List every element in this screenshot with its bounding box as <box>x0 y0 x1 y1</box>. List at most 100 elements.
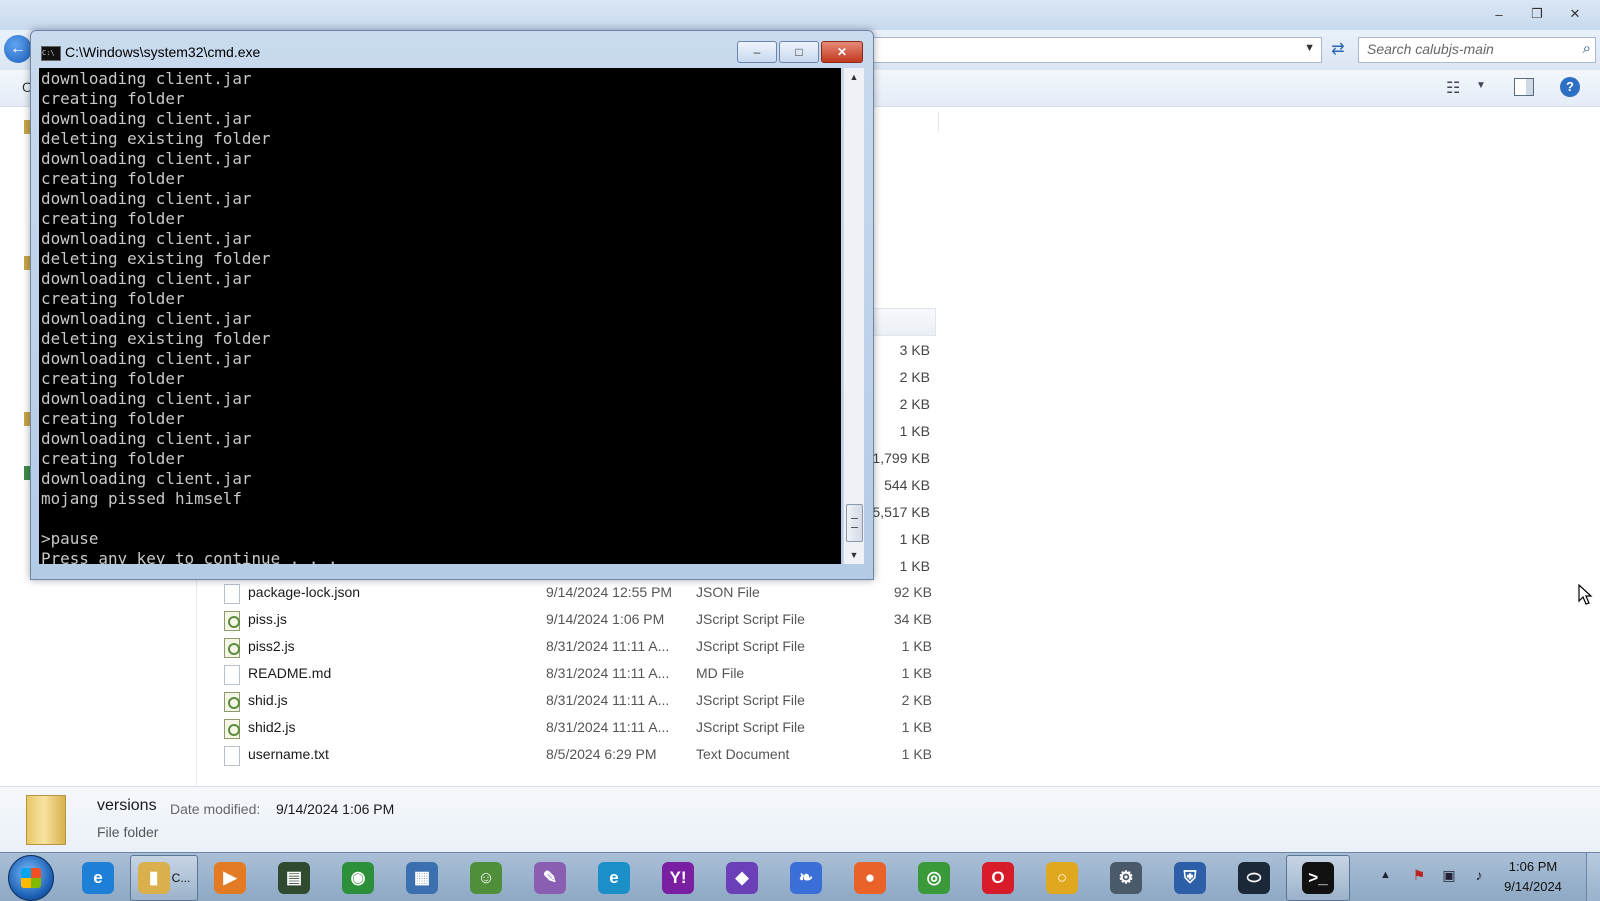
scroll-up-icon[interactable]: ▲ <box>844 68 864 86</box>
taskbar-button-terminal[interactable]: ▤ <box>262 855 326 901</box>
taskbar-button-cmd[interactable]: >_ <box>1286 855 1350 901</box>
taskbar-button-steam[interactable]: ⬭ <box>1222 855 1286 901</box>
taskbar-button-media-player[interactable]: ▶ <box>198 855 262 901</box>
back-button[interactable]: ← <box>4 35 32 63</box>
file-name: package-lock.json <box>248 584 361 600</box>
minimize-icon[interactable]: – <box>1482 4 1516 24</box>
file-row[interactable]: package-lock.json 9/14/2024 12:55 PM JSO… <box>222 580 936 606</box>
clock[interactable]: 1:06 PM 9/14/2024 <box>1488 857 1578 897</box>
taskbar-button-users[interactable]: ☺ <box>454 855 518 901</box>
cmd-window-title: C:\Windows\system32\cmd.exe <box>65 44 261 60</box>
date-modified-value: 9/14/2024 1:06 PM <box>276 801 395 817</box>
file-row[interactable]: shid2.js 8/31/2024 11:11 A... JScript Sc… <box>222 715 936 741</box>
taskbar-button-visual-studio[interactable]: ◆ <box>710 855 774 901</box>
start-button[interactable] <box>8 855 54 901</box>
address-field[interactable]: ▼ <box>868 37 1322 63</box>
close-button[interactable]: ✕ <box>821 41 863 63</box>
file-type: JScript Script File <box>696 692 805 708</box>
visual-studio-icon: ◆ <box>726 862 758 894</box>
column-header-size[interactable] <box>872 308 936 336</box>
show-hidden-icons[interactable]: ▲ <box>1380 869 1391 881</box>
taskbar-button-ring[interactable]: ○ <box>1030 855 1094 901</box>
grip-icon <box>851 518 858 528</box>
file-date: 8/31/2024 11:11 A... <box>546 719 670 735</box>
file-row[interactable]: username.txt 8/5/2024 6:29 PM Text Docum… <box>222 742 936 768</box>
search-icon[interactable]: ⌕ <box>1583 40 1591 57</box>
taskbar-button-globe[interactable]: ◉ <box>326 855 390 901</box>
close-icon[interactable]: ✕ <box>1558 4 1592 24</box>
opera-icon: O <box>982 862 1014 894</box>
search-input[interactable] <box>1359 38 1575 60</box>
taskbar-button-feather[interactable]: ❧ <box>774 855 838 901</box>
selected-item-name: versions <box>97 797 157 814</box>
taskbar-button-file-explorer[interactable]: ▮ C... <box>130 855 198 901</box>
file-date: 8/31/2024 11:11 A... <box>546 692 670 708</box>
folder-icon <box>26 795 66 845</box>
taskbar-button-network-tool[interactable]: ⚙ <box>1094 855 1158 901</box>
file-row[interactable]: piss2.js 8/31/2024 11:11 A... JScript Sc… <box>222 634 936 660</box>
file-type: MD File <box>696 665 745 681</box>
views-icon[interactable]: ☷ <box>1446 78 1460 98</box>
details-pane: versions Date modified: 9/14/2024 1:06 P… <box>0 786 1600 853</box>
file-row[interactable]: README.md 8/31/2024 11:11 A... MD File 1… <box>222 661 936 687</box>
md-file-icon <box>224 665 240 685</box>
restore-icon[interactable]: ❐ <box>1520 4 1554 24</box>
firefox-icon: ● <box>854 862 886 894</box>
script-file-icon <box>224 611 240 631</box>
taskbar-button-opera[interactable]: O <box>966 855 1030 901</box>
preview-pane-icon[interactable] <box>1514 78 1534 96</box>
network-icon[interactable]: ▣ <box>1440 867 1458 885</box>
taskbar-button-internet-explorer[interactable]: e <box>66 855 130 901</box>
volume-muted-icon[interactable]: ♪ <box>1470 867 1488 885</box>
taskbar-button-firefox[interactable]: ● <box>838 855 902 901</box>
script-file-icon <box>224 692 240 712</box>
taskbar-button-yahoo-messenger[interactable]: Y! <box>646 855 710 901</box>
file-row[interactable]: piss.js 9/14/2024 1:06 PM JScript Script… <box>222 607 936 633</box>
yahoo-messenger-icon: Y! <box>662 862 694 894</box>
steam-icon: ⬭ <box>1238 862 1270 894</box>
console-output[interactable]: downloading client.jar creating folder d… <box>39 68 841 564</box>
file-size: 1 KB <box>901 665 932 681</box>
refresh-icon[interactable]: ⇄ <box>1326 38 1350 62</box>
minimize-button[interactable]: – <box>737 41 777 63</box>
network-tool-icon: ⚙ <box>1110 862 1142 894</box>
file-type: JScript Script File <box>696 611 805 627</box>
file-type: JScript Script File <box>696 638 805 654</box>
column-separator <box>938 112 939 132</box>
maximize-button[interactable]: □ <box>779 41 819 63</box>
taskbar-button-security-shield[interactable]: ⛨ <box>1158 855 1222 901</box>
show-desktop-button[interactable] <box>1586 853 1600 901</box>
scroll-thumb[interactable] <box>846 504 863 542</box>
vertical-scrollbar[interactable]: ▲ ▼ <box>843 68 864 564</box>
cmd-icon: >_ <box>1302 862 1334 894</box>
file-name: shid2.js <box>248 719 296 735</box>
file-date: 9/14/2024 12:55 PM <box>546 584 673 600</box>
cmd-window-controls: – □ ✕ <box>737 41 863 63</box>
cmd-window[interactable]: C:\ C:\Windows\system32\cmd.exe – □ ✕ do… <box>30 30 874 580</box>
file-row[interactable]: shid.js 8/31/2024 11:11 A... JScript Scr… <box>222 688 936 714</box>
toolbox-icon: ▦ <box>406 862 438 894</box>
taskbar-button-toolbox[interactable]: ▦ <box>390 855 454 901</box>
clock-time: 1:06 PM <box>1508 859 1558 874</box>
taskbar-button-chrome[interactable]: ◎ <box>902 855 966 901</box>
file-size: 1 KB <box>901 746 932 762</box>
search-box[interactable]: ⌕ <box>1358 37 1596 63</box>
action-center-icon[interactable]: ⚑ <box>1410 867 1428 885</box>
taskbar: e ▮ C... ▶ ▤ ◉ ▦ ☺ ✎ e Y! ◆ ❧ ● ◎ O ○ ⚙ ⛨ ⬭ >_ ▲ ⚑ ▣ ♪ 1:06 … <box>0 852 1600 901</box>
media-player-icon: ▶ <box>214 862 246 894</box>
scroll-down-icon[interactable]: ▼ <box>844 546 864 564</box>
globe-icon: ◉ <box>342 862 374 894</box>
help-icon[interactable]: ? <box>1560 77 1580 97</box>
chevron-down-icon[interactable]: ▼ <box>1304 42 1315 54</box>
windows-logo-icon <box>21 868 41 888</box>
file-size: 1 KB <box>901 638 932 654</box>
taskbar-button-paint[interactable]: ✎ <box>518 855 582 901</box>
taskbar-button-edge[interactable]: e <box>582 855 646 901</box>
paint-icon: ✎ <box>534 862 566 894</box>
file-date: 8/5/2024 6:29 PM <box>546 746 657 762</box>
explorer-titlebar: – ❐ ✕ <box>0 0 1600 30</box>
chevron-down-icon[interactable]: ▼ <box>1476 80 1486 91</box>
taskbar-button-label: C... <box>171 871 191 885</box>
file-name: piss.js <box>248 611 287 627</box>
json-file-icon <box>224 584 240 604</box>
